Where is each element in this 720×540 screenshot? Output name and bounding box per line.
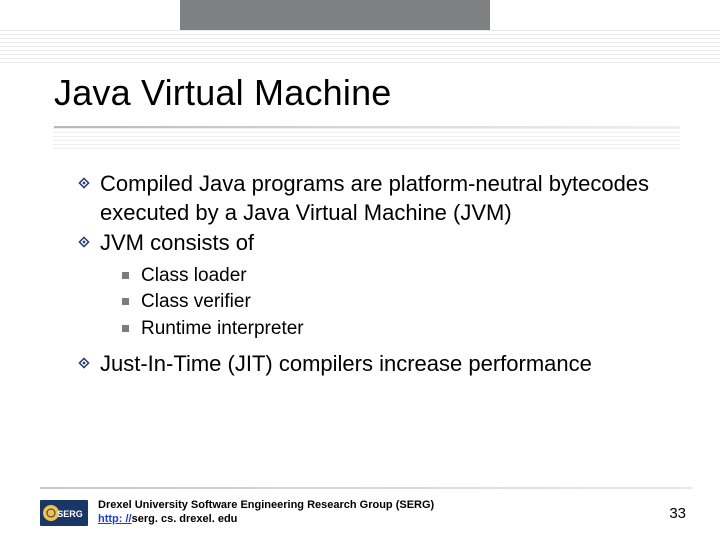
sub-bullet-group: Class loader Class verifier Runtime inte… xyxy=(122,264,670,342)
square-bullet-icon xyxy=(122,298,129,305)
sub-bullet-item: Runtime interpreter xyxy=(122,317,670,342)
page-number: 33 xyxy=(669,505,692,522)
decorative-top-bar xyxy=(0,0,720,30)
decorative-gray-block xyxy=(180,0,490,30)
bullet-item: Just-In-Time (JIT) compilers increase pe… xyxy=(78,350,670,379)
bullet-text: JVM consists of xyxy=(100,229,254,258)
slide-footer: SERG Drexel University Software Engineer… xyxy=(0,490,720,540)
footer-link-host: serg. cs. drexel. edu xyxy=(132,513,238,525)
svg-text:SERG: SERG xyxy=(57,509,83,519)
sub-bullet-text: Class loader xyxy=(141,264,247,289)
sub-bullet-item: Class loader xyxy=(122,264,670,289)
slide-title: Java Virtual Machine xyxy=(54,72,392,114)
bullet-text: Just-In-Time (JIT) compilers increase pe… xyxy=(100,350,592,379)
square-bullet-icon xyxy=(122,272,129,279)
footer-divider xyxy=(40,487,692,489)
bullet-item: JVM consists of xyxy=(78,229,670,258)
square-bullet-icon xyxy=(122,325,129,332)
bullet-item: Compiled Java programs are platform-neut… xyxy=(78,170,670,227)
decorative-lines-top xyxy=(0,30,720,66)
slide-content: Compiled Java programs are platform-neut… xyxy=(78,170,670,380)
sub-bullet-text: Runtime interpreter xyxy=(141,317,304,342)
sub-bullet-text: Class verifier xyxy=(141,290,251,315)
bullet-text: Compiled Java programs are platform-neut… xyxy=(100,170,670,227)
decorative-lines-below-title xyxy=(54,128,680,150)
serg-logo: SERG xyxy=(40,498,88,528)
footer-link-prefix[interactable]: http: // xyxy=(98,513,132,525)
diamond-bullet-icon xyxy=(78,177,90,189)
diamond-bullet-icon xyxy=(78,236,90,248)
footer-org-name: Drexel University Software Engineering R… xyxy=(98,499,434,511)
diamond-bullet-icon xyxy=(78,357,90,369)
sub-bullet-item: Class verifier xyxy=(122,290,670,315)
footer-attribution: Drexel University Software Engineering R… xyxy=(98,499,434,527)
